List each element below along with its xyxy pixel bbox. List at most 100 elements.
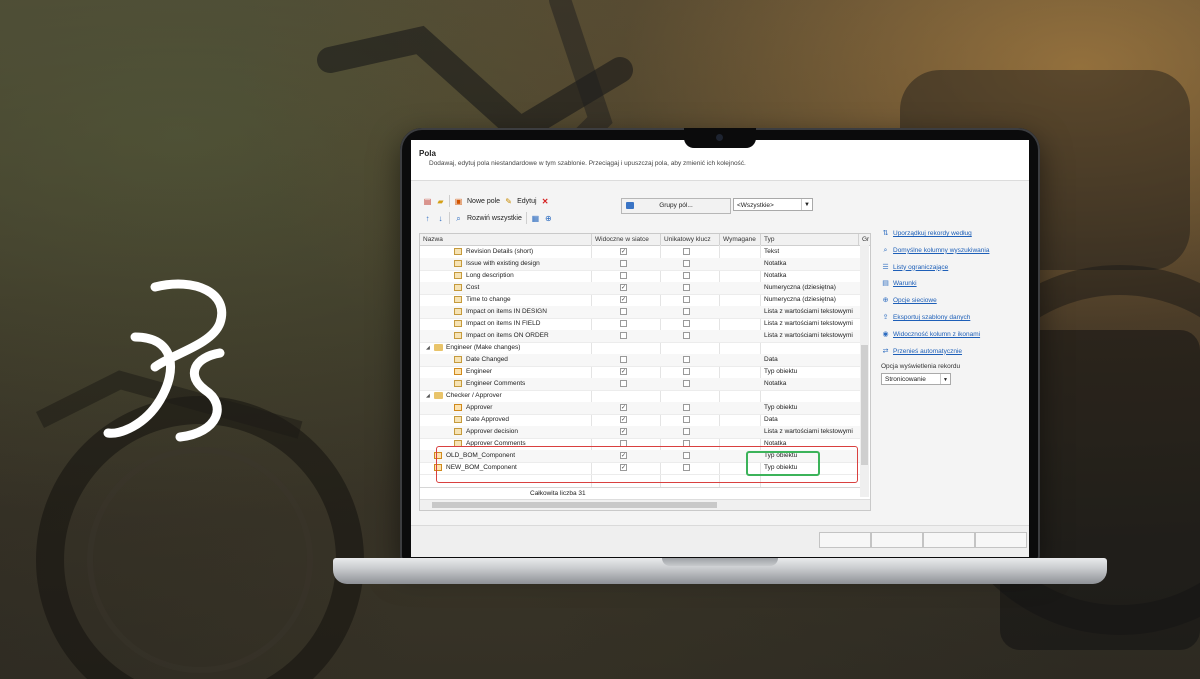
side-link-search[interactable]: ⌕ Domyślne kolumny wyszukiwania (881, 245, 1026, 262)
list-icon: ☰ (882, 263, 889, 271)
column-header-visible[interactable]: Widoczne w siatce (595, 236, 649, 243)
field-type-icon (454, 404, 462, 411)
field-name: Date Approved (466, 416, 510, 423)
column-header-name[interactable]: Nazwa (423, 236, 443, 243)
globe-grid-icon[interactable]: ⊕ (544, 214, 553, 223)
visible-checkbox[interactable]: ✓ (620, 428, 627, 435)
toolbar-separator (525, 212, 527, 224)
footer-button[interactable] (871, 532, 923, 548)
footer-button[interactable] (923, 532, 975, 548)
transfer-icon: ⇄ (882, 347, 889, 355)
visible-checkbox[interactable] (620, 308, 627, 315)
side-link-eye[interactable]: ◉ Widoczność kolumn z ikonami (881, 329, 1026, 346)
visible-checkbox[interactable]: ✓ (620, 368, 627, 375)
field-type-icon (454, 416, 462, 423)
side-link-label: Warunki (893, 280, 917, 288)
new-field-button[interactable]: Nowe pole (467, 198, 500, 205)
field-type: Lista z wartościami tekstowymi (764, 332, 853, 339)
expand-all-button[interactable]: Rozwiń wszystkie (467, 215, 522, 222)
field-type: Tekst (764, 248, 780, 255)
side-link-transfer[interactable]: ⇄ Przenieś automatycznie (881, 346, 1026, 363)
field-name: Impact on items IN FIELD (466, 320, 541, 327)
folder-icon[interactable]: ▰ (436, 197, 445, 206)
ds-logo (103, 279, 227, 442)
unique-checkbox[interactable] (683, 404, 690, 411)
arrow-up-icon[interactable]: ↑ (423, 214, 432, 223)
footer-button[interactable] (819, 532, 871, 548)
arrow-down-icon[interactable]: ↓ (436, 214, 445, 223)
visible-checkbox[interactable] (620, 356, 627, 363)
visible-checkbox[interactable]: ✓ (620, 296, 627, 303)
column-header-group[interactable]: Gr (862, 236, 869, 243)
field-type-icon (454, 248, 462, 255)
toolbar-row-1: ▤ ▰ ▣ Nowe pole ✎ Edytuj ✕ (423, 195, 550, 207)
side-link-list[interactable]: ☰ Listy ograniczające (881, 262, 1026, 279)
side-panel: ⇅ Uporządkuj rekordy według ⌕ Domyślne kolu… (881, 228, 1026, 386)
scrollbar-thumb[interactable] (432, 502, 717, 508)
grid-vertical-scrollbar[interactable] (860, 245, 869, 497)
unique-checkbox[interactable] (683, 416, 690, 423)
unique-checkbox[interactable] (683, 332, 690, 339)
field-type: Notatka (764, 272, 787, 279)
visible-checkbox[interactable]: ✓ (620, 284, 627, 291)
green-highlight-box (746, 451, 820, 476)
scrollbar-thumb[interactable] (861, 345, 868, 465)
side-link-label: Listy ograniczające (893, 263, 949, 271)
column-header-required[interactable]: Wymagane (723, 236, 756, 243)
visible-checkbox[interactable] (620, 320, 627, 327)
column-header-type[interactable]: Typ (764, 236, 774, 243)
field-groups-button[interactable]: Grupy pól... (621, 198, 731, 214)
grid-horizontal-scrollbar[interactable] (420, 499, 870, 510)
new-field-icon: ▣ (454, 196, 463, 206)
expand-toggle-icon[interactable]: ◢ (426, 342, 430, 354)
delete-icon[interactable]: ✕ (541, 197, 550, 206)
field-name: Cost (466, 284, 480, 291)
record-display-select[interactable]: Stronicowanie ▼ (881, 373, 951, 386)
field-type: Data (764, 416, 778, 423)
unique-checkbox[interactable] (683, 272, 690, 279)
toolbar-separator (449, 195, 450, 207)
visible-checkbox[interactable]: ✓ (620, 416, 627, 423)
visible-checkbox[interactable] (620, 332, 627, 339)
group-filter-select[interactable]: <Wszystkie> ▼ (733, 198, 813, 211)
side-link-export[interactable]: ⇪ Eksportuj szablony danych (881, 312, 1026, 329)
unique-checkbox[interactable] (683, 356, 690, 363)
unique-checkbox[interactable] (683, 248, 690, 255)
unique-checkbox[interactable] (683, 320, 690, 327)
unique-checkbox[interactable] (683, 260, 690, 267)
field-type: Notatka (764, 260, 787, 267)
side-link-sort[interactable]: ⇅ Uporządkuj rekordy według (881, 228, 1026, 245)
column-header-unique[interactable]: Unikatowy klucz (664, 236, 711, 243)
field-type-icon (454, 428, 462, 435)
unique-checkbox[interactable] (683, 428, 690, 435)
pencil-icon: ✎ (505, 196, 512, 206)
field-type: Numeryczna (dziesiętna) (764, 284, 836, 291)
visible-checkbox[interactable]: ✓ (620, 248, 627, 255)
record-display-value: Stronicowanie (885, 376, 926, 384)
unique-checkbox[interactable] (683, 368, 690, 375)
grid-settings-icon[interactable]: ▦ (531, 214, 540, 223)
new-document-icon[interactable]: ▤ (423, 197, 432, 206)
eye-icon: ◉ (882, 330, 889, 338)
unique-checkbox[interactable] (683, 284, 690, 291)
unique-checkbox[interactable] (683, 380, 690, 387)
side-link-conditions[interactable]: ▤ Warunki (881, 278, 1026, 295)
visible-checkbox[interactable] (620, 380, 627, 387)
search-icon[interactable]: ⌕ (454, 214, 463, 223)
edit-button[interactable]: Edytuj (517, 198, 536, 205)
field-name: Long description (466, 272, 514, 279)
unique-checkbox[interactable] (683, 296, 690, 303)
field-name: Approver decision (466, 428, 519, 435)
side-link-globe[interactable]: ⊕ Opcje sieciowe (881, 295, 1026, 312)
field-name: Impact on items ON ORDER (466, 332, 549, 339)
visible-checkbox[interactable] (620, 272, 627, 279)
visible-checkbox[interactable] (620, 260, 627, 267)
laptop-base-notch (662, 558, 778, 566)
unique-checkbox[interactable] (683, 308, 690, 315)
footer-button[interactable] (975, 532, 1027, 548)
expand-toggle-icon[interactable]: ◢ (426, 390, 430, 402)
visible-checkbox[interactable]: ✓ (620, 404, 627, 411)
field-type-icon (454, 380, 462, 387)
globe-icon: ⊕ (882, 297, 889, 305)
field-type-icon (454, 260, 462, 267)
